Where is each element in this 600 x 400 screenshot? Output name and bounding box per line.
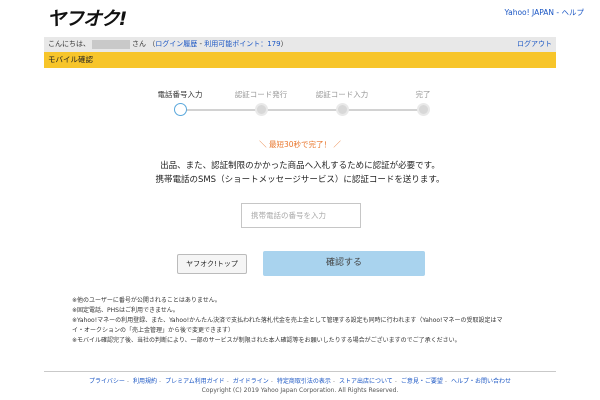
help-link[interactable]: ヘルプ <box>562 8 585 17</box>
yahoo-japan-link[interactable]: Yahoo! JAPAN <box>505 8 554 17</box>
note-item: ※固定電話、PHSはご利用できません。 <box>72 307 179 314</box>
note-item: ※他のユーザーに番号が公開されることはありません。 <box>72 297 221 304</box>
step-phone-input: 電話番号入力 <box>140 88 220 116</box>
step-dot <box>335 103 349 116</box>
footer-sep: - <box>332 378 336 385</box>
points-label: 利用可能ポイント： <box>204 40 268 48</box>
footer-divider <box>44 371 556 372</box>
notes: ※他のユーザーに番号が公開されることはありません。 ※固定電話、PHSはご利用で… <box>72 296 552 346</box>
confirm-button[interactable]: 確認する <box>263 251 425 276</box>
step-code-issue: 認証コード発行 <box>221 88 301 116</box>
footer-sep: - <box>126 378 130 385</box>
page-title: モバイル確認 <box>44 52 556 68</box>
points-link[interactable]: 利用可能ポイント：179 <box>204 40 280 48</box>
footer-sep: - <box>444 378 448 385</box>
top-links: Yahoo! JAPAN - ヘルプ <box>505 7 584 18</box>
footer-link-premium-guide[interactable]: プレミアム利用ガイド <box>165 378 225 385</box>
description-line: 出品、また、認証制限のかかった商品へ入札するために認証が必要です。 <box>160 161 440 171</box>
footer-link-privacy[interactable]: プライバシー <box>89 378 125 385</box>
step-code-input: 認証コード入力 <box>302 88 382 116</box>
step-complete: 完了 <box>383 88 463 116</box>
top-links-separator: - <box>554 8 562 17</box>
logout-link[interactable]: ログアウト <box>517 37 552 52</box>
note-item: イ・オークションの「売上金管理」から後で変更できます） <box>72 327 235 334</box>
greeting-bar: こんにちは、 さん （ログイン履歴 - 利用可能ポイント：179） ログアウト <box>44 37 556 52</box>
promo-text: ＼ 最短30秒で完了！ ／ <box>259 140 341 149</box>
description-line: 携帯電話のSMS（ショートメッセージサービス）に認証コードを送ります。 <box>155 175 445 185</box>
step-label: 電話番号入力 <box>157 90 203 99</box>
footer-links: プライバシー - 利用規約 - プレミアム利用ガイド - ガイドライン - 特定商取引法… <box>0 376 600 385</box>
greeting-text: こんにちは、 <box>48 40 90 48</box>
footer-sep: - <box>158 378 162 385</box>
description: 出品、また、認証制限のかかった商品へ入札するために認証が必要です。 携帯電話のS… <box>0 159 600 187</box>
step-label: 認証コード発行 <box>234 90 288 99</box>
points-value: 179 <box>267 40 281 48</box>
yahuoku-top-button[interactable]: ヤフオク!トップ <box>177 254 247 274</box>
note-item: ※Yahoo!マネーの利用登録、また、Yahoo!かんたん決済で支払われた落札代… <box>72 317 503 324</box>
footer-link-store[interactable]: ストア出店について <box>339 378 393 385</box>
footer-link-guideline[interactable]: ガイドライン <box>233 378 269 385</box>
footer-link-commerce-law[interactable]: 特定商取引法の表示 <box>277 378 331 385</box>
footer-sep: - <box>226 378 229 385</box>
footer-link-help-contact[interactable]: ヘルプ・お問い合わせ <box>451 378 511 385</box>
footer-sep: - <box>270 378 273 385</box>
footer-link-terms[interactable]: 利用規約 <box>133 378 157 385</box>
yahuoku-logo[interactable]: ヤフオク! <box>47 4 127 31</box>
step-label: 認証コード入力 <box>315 90 369 99</box>
footer-link-feedback[interactable]: ご意見・ご要望 <box>401 378 443 385</box>
copyright: Copyright (C) 2019 Yahoo Japan Corporati… <box>201 387 399 394</box>
footer-sep: - <box>394 378 397 385</box>
username-redacted <box>92 39 130 49</box>
phone-number-input[interactable]: 携帯電話の番号を入力 <box>241 203 361 228</box>
step-dot <box>254 103 268 116</box>
step-dot <box>416 103 430 116</box>
note-item: ※モバイル確認完了後、当社の判断により、一部のサービスが制限された本人確認等をお… <box>72 337 461 344</box>
step-dot-current <box>173 103 187 116</box>
step-label: 完了 <box>415 90 431 99</box>
close-paren: ） <box>280 40 288 48</box>
progress-steps: 電話番号入力 認証コード発行 認証コード入力 完了 <box>140 88 460 128</box>
greeting-san: さん <box>132 40 146 48</box>
login-history-link[interactable]: ログイン履歴 <box>155 40 197 48</box>
